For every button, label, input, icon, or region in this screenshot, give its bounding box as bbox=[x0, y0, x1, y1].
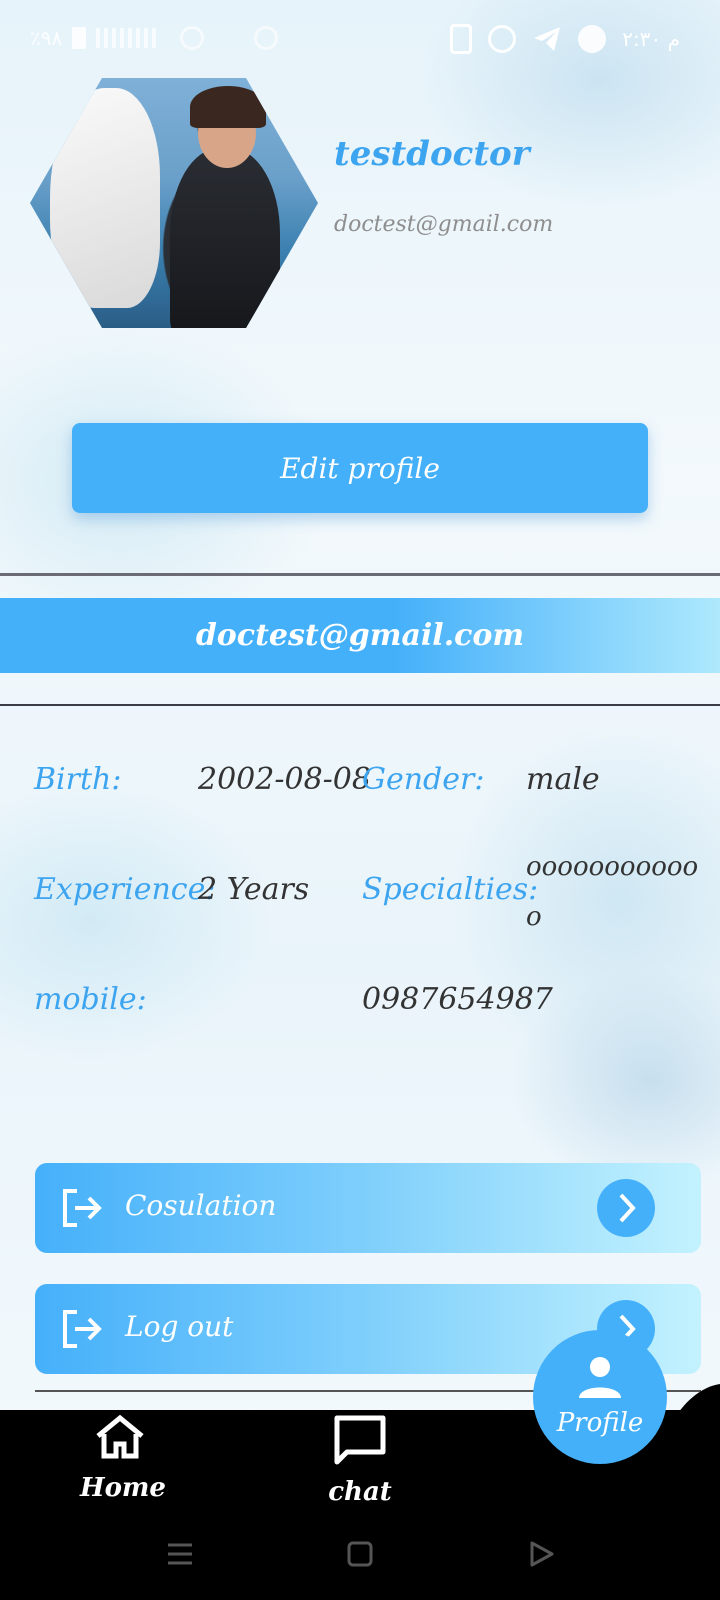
status-right: ۲:۳۰ م bbox=[450, 24, 680, 54]
divider bbox=[0, 573, 720, 576]
specialties-value-cont: o bbox=[526, 902, 542, 932]
phone-icon bbox=[450, 24, 473, 54]
profile-email: doctest@gmail.com bbox=[334, 212, 554, 237]
nav-chat[interactable]: chat bbox=[320, 1414, 400, 1507]
specialties-label: Specialties: bbox=[362, 872, 539, 907]
experience-value: 2 Years bbox=[198, 872, 310, 907]
consultation-label: Cosulation bbox=[125, 1189, 277, 1222]
logout-icon bbox=[63, 1189, 102, 1227]
nav-home-label: Home bbox=[80, 1473, 166, 1503]
rider-shape bbox=[170, 148, 280, 328]
experience-label: Experience: bbox=[34, 872, 216, 907]
gender-label: Gender: bbox=[362, 762, 485, 797]
consultation-row[interactable]: Cosulation bbox=[35, 1163, 701, 1253]
back-icon[interactable] bbox=[528, 1540, 556, 1568]
gender-value: male bbox=[526, 762, 600, 797]
birth-label: Birth: bbox=[34, 762, 122, 797]
status-left: ٪۹۸ bbox=[30, 26, 279, 50]
telegram-circle-icon bbox=[578, 25, 607, 53]
divider bbox=[0, 704, 720, 706]
nav-home[interactable]: Home bbox=[80, 1414, 166, 1503]
menu-icon[interactable] bbox=[166, 1540, 194, 1568]
status-bar: ٪۹۸ ۲:۳۰ م bbox=[0, 0, 720, 80]
birth-value: 2002-08-08 bbox=[198, 762, 371, 797]
signal-icon bbox=[96, 28, 157, 48]
nfc-icon bbox=[180, 26, 205, 50]
home-square-icon[interactable] bbox=[346, 1540, 374, 1568]
alarm-icon bbox=[254, 26, 279, 50]
telegram-icon bbox=[534, 27, 561, 51]
email-banner: doctest@gmail.com bbox=[0, 598, 720, 673]
chevron-right-icon bbox=[619, 1193, 636, 1223]
clock: ۲:۳۰ م bbox=[622, 27, 680, 51]
logout-label: Log out bbox=[125, 1310, 234, 1343]
nav-profile-label: Profile bbox=[556, 1408, 644, 1438]
nav-profile-button[interactable]: Profile bbox=[533, 1330, 667, 1464]
avatar[interactable] bbox=[30, 78, 318, 328]
home-icon bbox=[96, 1414, 144, 1459]
chat-icon bbox=[334, 1415, 386, 1465]
battery-level: ٪۹۸ bbox=[30, 26, 63, 50]
nav-chat-label: chat bbox=[328, 1477, 392, 1507]
edit-profile-button[interactable]: Edit profile bbox=[72, 423, 648, 513]
consultation-go-button[interactable] bbox=[597, 1179, 655, 1237]
battery-icon bbox=[72, 27, 87, 49]
logout-icon bbox=[63, 1310, 102, 1348]
mobile-value: 0987654987 bbox=[362, 982, 553, 1017]
specialties-value: ooooooooooo bbox=[526, 852, 699, 882]
person-icon bbox=[579, 1357, 621, 1398]
mobile-label: mobile: bbox=[34, 982, 147, 1017]
app-notification-icon bbox=[488, 25, 517, 53]
profile-username: testdoctor bbox=[334, 134, 530, 174]
horse-shape bbox=[50, 88, 160, 308]
helmet-shape bbox=[190, 86, 266, 128]
